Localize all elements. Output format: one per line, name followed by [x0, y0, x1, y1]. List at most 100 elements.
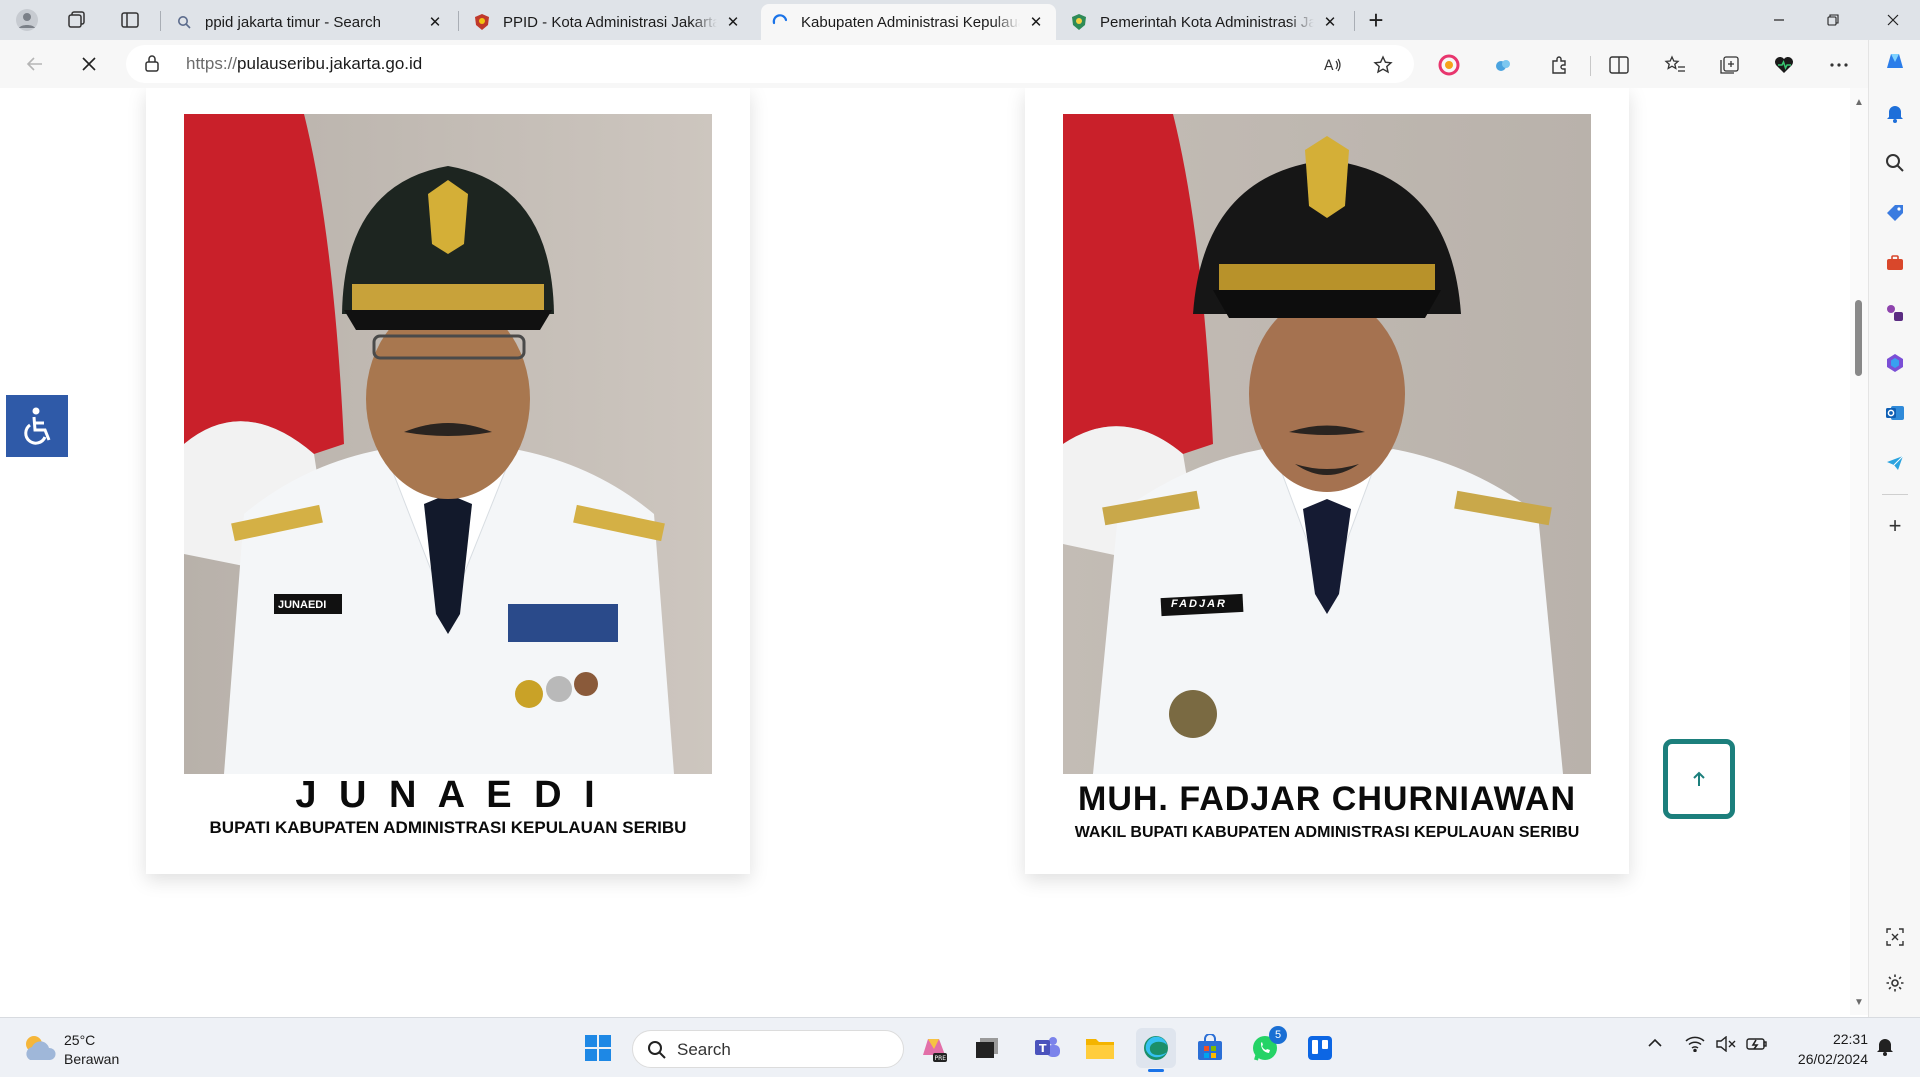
weather-description[interactable]: Berawan — [64, 1051, 119, 1067]
minimize-button[interactable] — [1752, 0, 1806, 40]
extension-circle-icon[interactable] — [1436, 52, 1462, 78]
read-aloud-icon[interactable]: A — [1322, 54, 1344, 76]
browser-essentials-icon[interactable] — [1771, 52, 1797, 78]
restore-button[interactable] — [1806, 0, 1860, 40]
tab-actions-icon[interactable] — [113, 5, 147, 35]
official-name: MUH. FADJAR CHURNIAWAN — [1078, 780, 1576, 818]
close-tab-icon[interactable]: ✕ — [723, 12, 743, 32]
tab-title: PPID - Kota Administrasi Jakarta Timur — [503, 13, 717, 31]
add-sidebar-app-icon[interactable]: + — [1882, 513, 1908, 539]
page-scrollbar[interactable]: ▲ ▼ — [1850, 88, 1868, 1015]
search-icon — [175, 13, 193, 31]
sidebar-settings-gear-icon[interactable] — [1882, 970, 1908, 996]
weather-temperature[interactable]: 25°C — [64, 1032, 95, 1048]
tab-ppid[interactable]: PPID - Kota Administrasi Jakarta Timur ✕ — [463, 4, 753, 40]
close-tab-icon[interactable]: ✕ — [1026, 12, 1046, 32]
favorites-list-icon[interactable] — [1662, 52, 1688, 78]
search-sidebar-icon[interactable] — [1882, 150, 1908, 176]
url-text[interactable]: https://pulauseribu.jakarta.go.id — [186, 54, 422, 74]
tools-briefcase-icon[interactable] — [1882, 250, 1908, 276]
taskbar-search-box[interactable]: Search — [632, 1030, 904, 1068]
back-arrow-icon[interactable] — [18, 48, 52, 80]
edge-browser-icon[interactable] — [1136, 1028, 1176, 1072]
whatsapp-unread-badge: 5 — [1269, 1026, 1287, 1044]
clock-time[interactable]: 22:31 — [1828, 1031, 1868, 1047]
screenshot-capture-icon[interactable] — [1882, 924, 1908, 950]
jaktim-logo-icon — [1070, 13, 1088, 31]
favorite-star-icon[interactable] — [1372, 54, 1394, 76]
official-photo-bupati: JUNAEDI — [184, 114, 712, 774]
show-hidden-icons-chevron-icon[interactable] — [1647, 1035, 1663, 1052]
loading-spinner-icon — [771, 13, 789, 31]
profile-icon[interactable] — [10, 5, 44, 35]
edge-sidebar: + — [1868, 40, 1920, 1017]
official-card-bupati: JUNAEDI J U N A E D I BUPATI KABUPATEN A… — [146, 88, 750, 874]
active-app-indicator — [1148, 1069, 1164, 1072]
accessibility-toggle-button[interactable] — [6, 395, 68, 457]
whatsapp-icon[interactable]: 5 — [1245, 1026, 1287, 1068]
weather-cloudy-icon[interactable] — [20, 1032, 58, 1069]
scrollbar-thumb[interactable] — [1855, 300, 1862, 376]
games-icon[interactable] — [1882, 300, 1908, 326]
page-viewport: JUNAEDI J U N A E D I BUPATI KABUPATEN A… — [6, 88, 1850, 1015]
file-explorer-icon[interactable] — [1080, 1028, 1120, 1068]
teams-icon[interactable]: T — [1027, 1028, 1067, 1068]
notification-bell-icon[interactable] — [1876, 1036, 1894, 1060]
name-badge: FADJAR — [1171, 598, 1228, 610]
browser-toolbar: https://pulauseribu.jakarta.go.id A — [0, 40, 1920, 88]
tab-title: ppid jakarta timur - Search — [205, 13, 381, 31]
copilot-icon[interactable] — [1882, 48, 1908, 74]
outlook-icon[interactable] — [1882, 400, 1908, 426]
split-screen-icon[interactable] — [1606, 52, 1632, 78]
microsoft-365-icon[interactable] — [1882, 350, 1908, 376]
clock-date[interactable]: 26/02/2024 — [1786, 1051, 1868, 1067]
official-name: J U N A E D I — [295, 774, 601, 816]
shopping-tag-icon[interactable] — [1882, 200, 1908, 226]
svg-text:PRE: PRE — [935, 1055, 947, 1062]
svg-text:T: T — [1039, 1042, 1047, 1055]
tab-title: Pemerintah Kota Administrasi Jakarta Tim… — [1100, 13, 1314, 31]
new-tab-button[interactable]: + — [1360, 5, 1392, 35]
tab-separator — [458, 11, 459, 31]
settings-more-icon[interactable] — [1826, 52, 1852, 78]
notifications-bell-icon[interactable] — [1882, 100, 1908, 126]
stop-loading-icon[interactable] — [72, 48, 106, 80]
workspaces-icon[interactable] — [60, 5, 94, 35]
wheelchair-icon — [24, 407, 51, 445]
scroll-up-arrow-icon[interactable]: ▲ — [1853, 98, 1865, 108]
wifi-icon[interactable] — [1685, 1036, 1705, 1056]
official-card-wakil-bupati: FADJAR MUH. FADJAR CHURNIAWAN WAKIL BUPA… — [1025, 88, 1629, 874]
lock-icon[interactable] — [144, 54, 160, 77]
official-title: BUPATI KABUPATEN ADMINISTRASI KEPULAUAN … — [209, 818, 687, 837]
back-to-top-button[interactable] — [1663, 739, 1735, 819]
scroll-down-arrow-icon[interactable]: ▼ — [1853, 998, 1865, 1008]
collections-icon[interactable] — [1716, 52, 1742, 78]
tab-separator — [160, 11, 161, 31]
close-tab-icon[interactable]: ✕ — [1320, 12, 1340, 32]
official-photo-wakil-bupati: FADJAR — [1063, 114, 1591, 774]
url-host: pulauseribu.jakarta.go.id — [237, 54, 423, 73]
extensions-puzzle-icon[interactable] — [1546, 52, 1572, 78]
name-badge: JUNAEDI — [278, 599, 327, 611]
battery-charging-icon[interactable] — [1746, 1036, 1768, 1056]
speaker-muted-icon[interactable] — [1716, 1035, 1736, 1056]
send-telegram-icon[interactable] — [1882, 450, 1908, 476]
tab-kepulauan-seribu[interactable]: Kabupaten Administrasi Kepulauan Seribu … — [761, 4, 1056, 40]
tab-title: Kabupaten Administrasi Kepulauan Seribu — [801, 13, 1020, 31]
close-tab-icon[interactable]: ✕ — [425, 12, 445, 32]
ppid-logo-icon — [473, 13, 491, 31]
tab-strip: ppid jakarta timur - Search ✕ PPID - Kot… — [0, 0, 1920, 40]
arrow-up-icon — [1693, 771, 1705, 786]
tab-search[interactable]: ppid jakarta timur - Search ✕ — [165, 4, 455, 40]
address-bar[interactable]: https://pulauseribu.jakarta.go.id A — [126, 45, 1414, 83]
windows-start-icon[interactable] — [578, 1028, 618, 1068]
task-view-icon[interactable] — [967, 1028, 1007, 1068]
tab-pemkot-jaktim[interactable]: Pemerintah Kota Administrasi Jakarta Tim… — [1060, 4, 1350, 40]
copilot-preview-icon[interactable]: PRE — [914, 1028, 954, 1068]
trello-icon[interactable] — [1300, 1028, 1340, 1068]
search-icon — [647, 1040, 667, 1065]
close-window-button[interactable] — [1866, 0, 1920, 40]
url-protocol: https:// — [186, 54, 238, 73]
microsoft-store-icon[interactable] — [1190, 1028, 1230, 1068]
extension-cloud-icon[interactable] — [1490, 52, 1516, 78]
